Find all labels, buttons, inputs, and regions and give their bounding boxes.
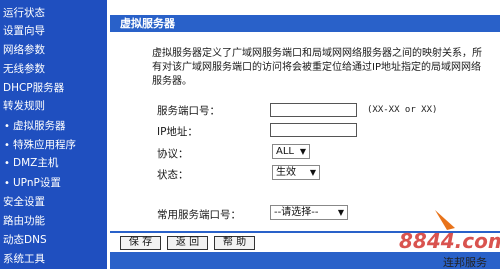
sidebar-item-system-tools[interactable]: 系统工具 [3,250,110,268]
status-value: 生效 [276,167,296,178]
sidebar-item-label: 网络参数 [3,44,45,56]
chevron-down-icon: ▼ [337,208,344,217]
sidebar-item-network[interactable]: 网络参数 [3,41,110,59]
bullet-icon: • [4,140,10,151]
sidebar-item-label: 路由功能 [3,215,45,227]
logo-tagline: 连邦服务 [443,256,487,269]
sidebar-item-label: 特殊应用程序 [13,139,76,151]
common-port-label: 常用服务端口号： [157,209,241,221]
sidebar-item-virtual-server[interactable]: • 虚拟服务器 [4,117,111,135]
description-line: 服务器。 [152,76,192,87]
status-select[interactable]: 生效 ▼ [272,165,320,180]
help-button[interactable]: 帮 助 [214,236,255,250]
sidebar-item-security[interactable]: 安全设置 [3,193,110,211]
sidebar-item-label: DHCP服务器 [3,82,65,94]
sidebar: 运行状态 设置向导 网络参数 无线参数 DHCP服务器 转发规则 • 虚拟服务器 … [0,0,107,269]
title-bar: 虚拟服务器 [110,15,500,32]
sidebar-item-label: 转发规则 [3,100,45,112]
description-line: 有对该广域网服务端口的访问将会被重定位给通过IP地址指定的局域网网络 [152,62,481,73]
sidebar-item-forwarding[interactable]: 转发规则 [3,97,110,115]
bullet-icon: • [4,121,10,132]
chevron-down-icon: ▼ [309,168,316,177]
chevron-down-icon: ▼ [299,147,306,156]
back-button[interactable]: 返 回 [167,236,208,250]
sidebar-item-label: 系统工具 [3,253,45,265]
sidebar-item-ddns[interactable]: 动态DNS [3,231,110,249]
ip-input[interactable] [270,123,357,137]
sidebar-item-wizard[interactable]: 设置向导 [3,22,110,40]
sidebar-item-dhcp[interactable]: DHCP服务器 [3,79,110,97]
sidebar-item-label: 安全设置 [3,196,45,208]
port-input[interactable] [270,103,357,117]
common-port-value: --请选择-- [274,207,319,218]
port-label: 服务端口号： [157,105,220,117]
sidebar-item-status[interactable]: 运行状态 [3,4,110,22]
sidebar-item-wireless[interactable]: 无线参数 [3,60,110,78]
save-button[interactable]: 保 存 [120,236,161,250]
sidebar-item-label: UPnP设置 [13,177,61,189]
sidebar-item-label: 设置向导 [3,25,45,37]
sidebar-item-label: 虚拟服务器 [13,120,66,132]
protocol-value: ALL [276,146,294,157]
sidebar-item-routing[interactable]: 路由功能 [3,212,110,230]
sidebar-item-label: 运行状态 [3,7,45,19]
page-title: 虚拟服务器 [120,17,175,30]
sidebar-item-label: DMZ主机 [13,157,59,169]
sidebar-item-dmz[interactable]: • DMZ主机 [4,154,111,172]
watermark-logo: 8844.com 连邦服务 [399,210,500,269]
bullet-icon: • [4,178,10,189]
sidebar-item-label: 无线参数 [3,63,45,75]
bullet-icon: • [4,158,10,169]
protocol-label: 协议： [157,148,189,160]
logo-text: 8844.com [399,229,500,253]
sidebar-item-label: 动态DNS [3,234,47,246]
description-line: 虚拟服务器定义了广域网服务端口和局域网网络服务器之间的映射关系，所 [152,48,482,59]
status-label: 状态： [157,169,189,181]
sidebar-item-upnp[interactable]: • UPnP设置 [4,174,111,192]
protocol-select[interactable]: ALL ▼ [272,144,310,159]
logo-swoosh-icon [435,210,455,230]
ip-label: IP地址： [157,126,198,138]
sidebar-item-special-app[interactable]: • 特殊应用程序 [4,136,111,154]
port-hint: (XX-XX or XX) [367,105,438,115]
common-port-select[interactable]: --请选择-- ▼ [270,205,348,220]
